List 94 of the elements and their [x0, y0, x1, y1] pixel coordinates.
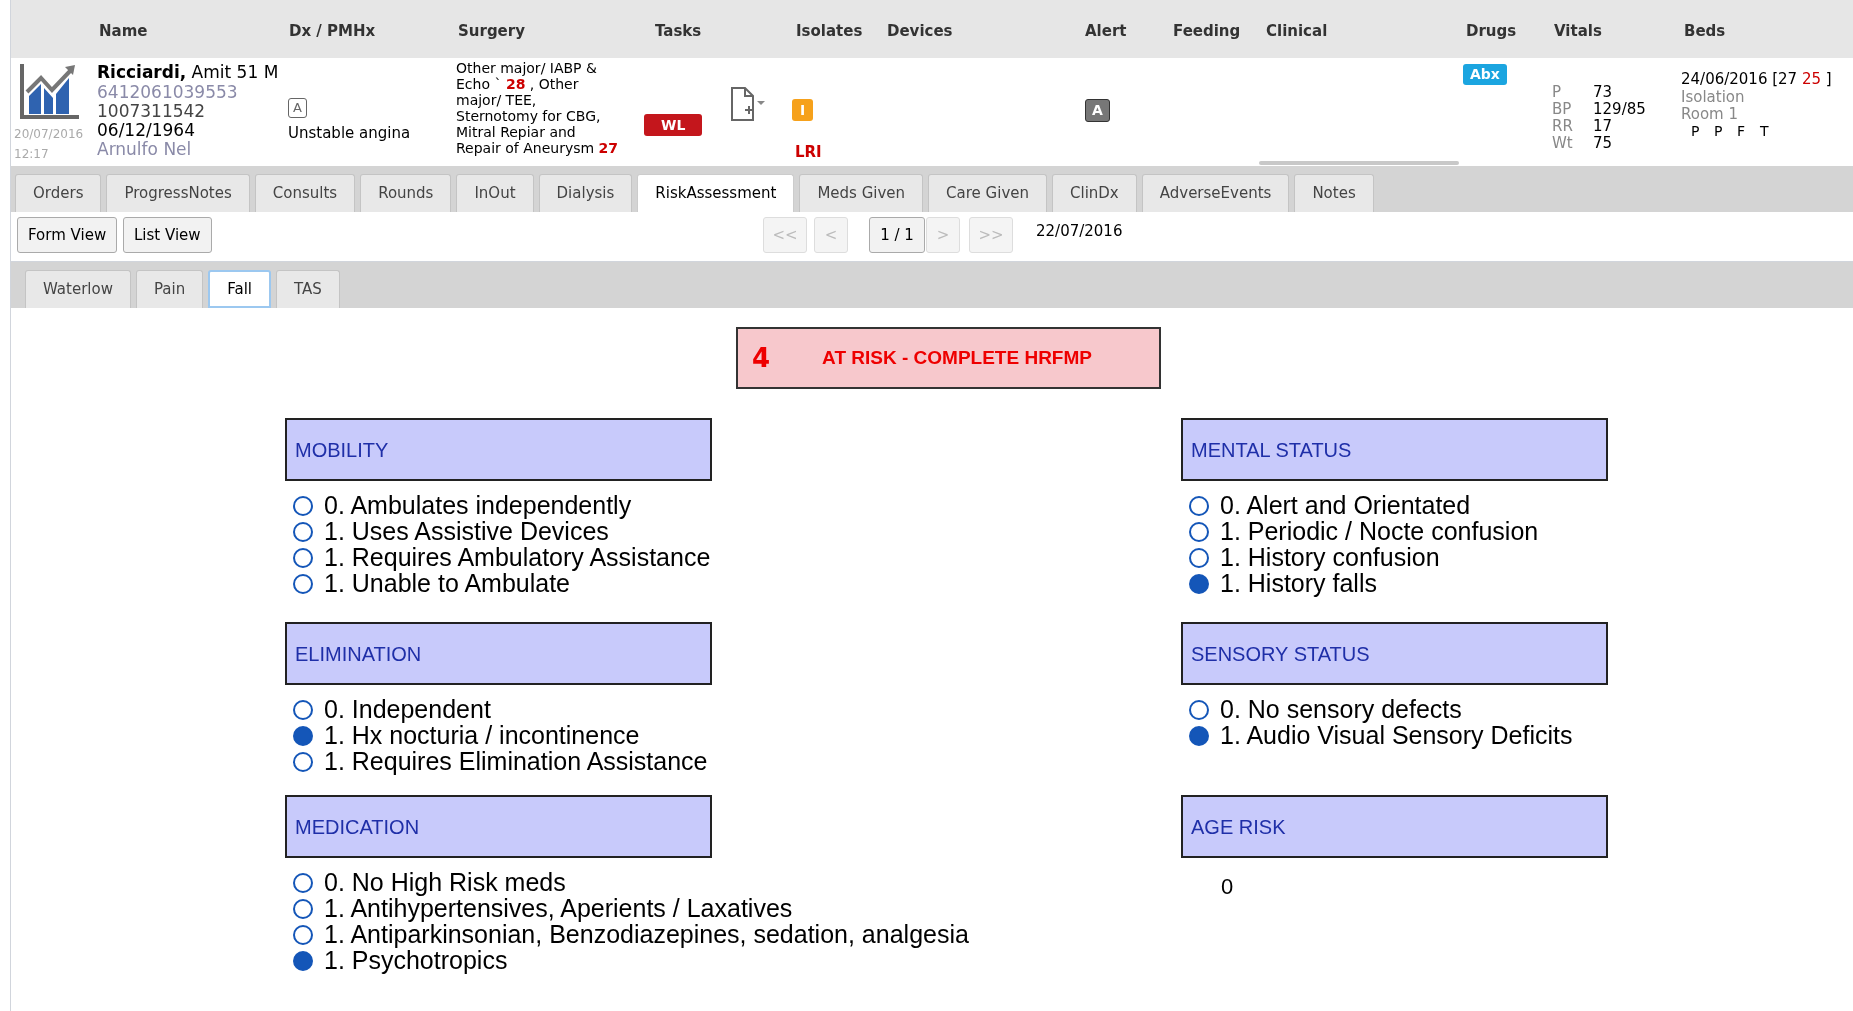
radio-button[interactable]	[1189, 548, 1209, 568]
tab[interactable]: InOut	[456, 174, 534, 212]
bed-flag-label: T	[1760, 122, 1769, 141]
radio-button[interactable]	[293, 752, 313, 772]
radio-button[interactable]	[293, 548, 313, 568]
age-risk-value: 0	[1221, 874, 1234, 899]
vital-value: 17	[1593, 118, 1613, 135]
column-header[interactable]: Tasks	[655, 20, 702, 43]
section-header: MOBILITY	[285, 418, 712, 481]
radio-button[interactable]	[1189, 574, 1209, 594]
vital-value: 129/85	[1593, 101, 1646, 118]
section-header: MENTAL STATUS	[1181, 418, 1608, 481]
alert-badge: A	[1085, 99, 1110, 122]
radio-button[interactable]	[293, 522, 313, 542]
admission-date: 20/07/2016	[14, 126, 84, 143]
column-header[interactable]: Surgery	[458, 20, 525, 43]
risk-score: 4	[752, 341, 771, 375]
column-header[interactable]: Alert	[1085, 20, 1127, 43]
chart-icon	[19, 62, 81, 120]
section-header: ELIMINATION	[285, 622, 712, 685]
vital-label: BP	[1552, 101, 1572, 118]
section-header: SENSORY STATUS	[1181, 622, 1608, 685]
tab[interactable]: ProgressNotes	[106, 174, 250, 212]
vital-label: RR	[1552, 118, 1573, 135]
vital-label: Wt	[1552, 135, 1573, 152]
surgery-text: Other major/ IABP & Echo ` 28 , Other major/ TEE, Sternotomy for CBG, Mitral Repiar and Repair of Aneurysm 27	[456, 60, 620, 156]
sub-tab[interactable]: Waterlow	[25, 270, 131, 308]
patient-name: Ricciardi, Amit 51 M	[97, 61, 279, 84]
add-document-icon[interactable]	[729, 86, 767, 122]
tab[interactable]: Dialysis	[538, 174, 633, 212]
column-header[interactable]: Vitals	[1554, 20, 1602, 43]
bed-info: Isolation	[1681, 87, 1745, 107]
diagnosis: Unstable angina	[288, 123, 411, 144]
radio-button[interactable]	[293, 574, 313, 594]
option-label: 0. Ambulates independently	[324, 490, 632, 521]
view-button[interactable]: List View	[123, 217, 212, 253]
radio-button[interactable]	[1189, 726, 1209, 746]
column-header[interactable]: Drugs	[1466, 20, 1517, 43]
option-label: 1. Requires Elimination Assistance	[324, 746, 708, 778]
tab[interactable]: Consults	[254, 174, 356, 212]
column-header[interactable]: Dx / PMHx	[289, 20, 376, 43]
doctor-name: Arnulfo Nel	[97, 138, 192, 161]
sub-tab[interactable]: Pain	[135, 270, 204, 308]
column-header[interactable]: Clinical	[1266, 20, 1328, 43]
option-label: 1. Requires Ambulatory Assistance	[324, 542, 711, 573]
vital-label: P	[1552, 84, 1562, 101]
option-label: 0. Independent	[324, 694, 491, 725]
section-header: MEDICATION	[285, 795, 712, 858]
tab[interactable]: Care Given	[928, 174, 1047, 212]
radio-button[interactable]	[1189, 700, 1209, 720]
vital-value: 75	[1593, 135, 1613, 152]
bed-flag-label: P	[1714, 122, 1723, 141]
radio-button[interactable]	[293, 899, 313, 919]
tab[interactable]: AdverseEvents	[1141, 174, 1290, 212]
column-header[interactable]: Name	[99, 20, 148, 43]
isolate-badge: I	[792, 99, 814, 121]
isolate-label: LRI	[795, 142, 822, 163]
tab[interactable]: Notes	[1294, 174, 1374, 212]
column-header[interactable]: Feeding	[1173, 20, 1241, 43]
radio-button[interactable]	[1189, 496, 1209, 516]
view-button[interactable]: Form View	[17, 217, 118, 253]
bed-date: 24/06/2016 [27 25 ]	[1681, 69, 1832, 90]
dx-badge: A	[288, 98, 307, 118]
tab[interactable]: ClinDx	[1052, 174, 1137, 212]
column-header[interactable]: Devices	[887, 20, 953, 43]
task-badge[interactable]: WL	[644, 114, 703, 136]
radio-button[interactable]	[293, 700, 313, 720]
option-label: 0. No High Risk meds	[324, 867, 566, 898]
horizontal-scrollbar[interactable]	[1259, 161, 1459, 165]
radio-button[interactable]	[293, 925, 313, 945]
section-header: AGE RISK	[1181, 795, 1608, 858]
page-indicator[interactable]: 1 / 1	[869, 217, 925, 253]
vital-value: 73	[1593, 84, 1613, 101]
column-header[interactable]: Beds	[1684, 20, 1726, 43]
sub-tab[interactable]: Fall	[208, 270, 271, 308]
tab[interactable]: Orders	[15, 174, 102, 212]
tab[interactable]: RiskAssessment	[637, 174, 795, 212]
tab[interactable]: Meds Given	[799, 174, 924, 212]
radio-button[interactable]	[293, 726, 313, 746]
radio-button[interactable]	[1189, 522, 1209, 542]
radio-button[interactable]	[293, 951, 313, 971]
sub-tab[interactable]: TAS	[276, 270, 340, 308]
admission-time: 12:17	[14, 146, 49, 163]
radio-button[interactable]	[293, 873, 313, 893]
bed-flag-label: P	[1691, 122, 1700, 141]
risk-status: AT RISK - COMPLETE HRFMP	[822, 345, 1092, 370]
option-label: 0. No sensory defects	[1220, 694, 1462, 725]
radio-button[interactable]	[293, 496, 313, 516]
record-date: 22/07/2016	[1036, 221, 1123, 242]
bed-info: Room 1	[1681, 104, 1739, 125]
drugs-badge: Abx	[1463, 64, 1507, 85]
bed-flag-label: F	[1737, 122, 1746, 141]
tab[interactable]: Rounds	[360, 174, 452, 212]
column-header[interactable]: Isolates	[796, 20, 863, 43]
